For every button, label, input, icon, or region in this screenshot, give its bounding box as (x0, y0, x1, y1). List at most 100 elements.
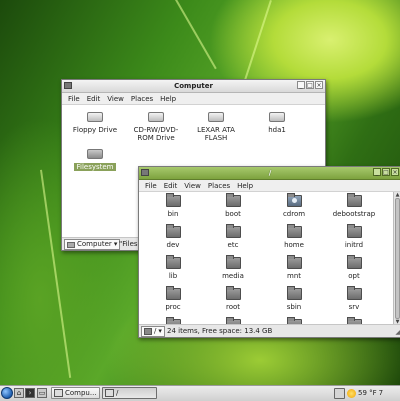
folder-sbin[interactable]: sbin (269, 286, 319, 311)
maximize-button[interactable]: □ (306, 81, 314, 89)
folder-boot[interactable]: boot (208, 193, 258, 218)
location-select-value: Computer (77, 240, 112, 248)
folder-label: boot (225, 210, 241, 218)
drive-filesystem[interactable]: Filesystem (65, 149, 125, 171)
root-statusbar: / ▾ 24 items, Free space: 13.4 GB ◢ (139, 324, 400, 337)
status-text: 24 items, Free space: 13.4 GB (167, 327, 273, 335)
folder-bin[interactable]: bin (148, 193, 198, 218)
minimize-button[interactable]: _ (297, 81, 305, 89)
folder-root[interactable]: root (208, 286, 258, 311)
menu-places[interactable]: Places (205, 180, 234, 191)
network-icon[interactable] (334, 387, 345, 399)
location-select[interactable]: Computer ▾ (64, 239, 121, 250)
hard-drive-icon (269, 112, 285, 122)
menu-places[interactable]: Places (128, 93, 157, 104)
folder-debootstrap[interactable]: debootstrap (329, 193, 379, 218)
folder-label: initrd (344, 241, 364, 249)
folder-icon (346, 255, 362, 269)
root-folder-window[interactable]: / _ □ × File Edit View Places Help bin b… (138, 166, 400, 338)
menu-view[interactable]: View (104, 93, 128, 104)
leaf-vein (175, 0, 217, 70)
task-button-root[interactable]: / (102, 387, 157, 399)
folder-label: lib (168, 272, 178, 280)
folder-icon (144, 328, 152, 335)
drive-flash[interactable]: LEXAR ATA FLASH (186, 112, 246, 142)
maximize-button[interactable]: □ (382, 168, 390, 176)
launcher-show-desktop[interactable]: ▭ (37, 387, 47, 399)
cdrom-folder-icon (286, 193, 302, 207)
scrollbar-thumb[interactable] (395, 198, 400, 319)
weather-sun-icon[interactable] (347, 388, 356, 398)
folder-label: debootstrap (332, 210, 376, 218)
folder-label: proc (165, 303, 181, 311)
drive-label: Filesystem (74, 163, 116, 171)
computer-window-title: Computer (174, 82, 213, 90)
folder-srv[interactable]: srv (329, 286, 379, 311)
window-icon (105, 389, 114, 397)
drive-floppy[interactable]: Floppy Drive (65, 112, 125, 134)
folder-home[interactable]: home (269, 224, 319, 249)
folder-label: root (225, 303, 241, 311)
folder-label: srv (348, 303, 360, 311)
folder-label: cdrom (282, 210, 306, 218)
resize-grip-icon[interactable]: ◢ (395, 329, 400, 336)
root-icon-view[interactable]: bin boot cdrom debootstrap dev etc home … (139, 192, 400, 325)
path-button[interactable]: / ▾ (141, 326, 165, 337)
window-icon (54, 389, 63, 397)
folder-cdrom[interactable]: cdrom (269, 193, 319, 218)
folder-icon (225, 286, 241, 300)
main-menu-button[interactable] (1, 387, 13, 399)
menu-file[interactable]: File (65, 93, 84, 104)
folder-initrd[interactable]: initrd (329, 224, 379, 249)
close-button[interactable]: × (391, 168, 399, 176)
task-button-computer[interactable]: Compu... (51, 387, 100, 399)
minimize-button[interactable]: _ (373, 168, 381, 176)
folder-mnt[interactable]: mnt (269, 255, 319, 280)
folder-label: mnt (287, 272, 301, 280)
weather-temp[interactable]: 59 °F (358, 389, 377, 397)
menu-view[interactable]: View (181, 180, 205, 191)
folder-media[interactable]: media (208, 255, 258, 280)
task-label: Compu... (65, 389, 97, 397)
clock[interactable]: 7 (379, 389, 383, 397)
folder-label: media (222, 272, 244, 280)
folder-icon (165, 286, 181, 300)
folder-icon (346, 224, 362, 238)
chevron-down-icon: ▾ (113, 240, 118, 248)
launcher-terminal[interactable]: › (25, 387, 35, 399)
computer-titlebar[interactable]: Computer _ □ × (62, 80, 325, 93)
folder-label: opt (348, 272, 360, 280)
vertical-scrollbar[interactable]: ▲ ▼ (393, 192, 400, 325)
menu-file[interactable]: File (142, 180, 161, 191)
folder-icon (165, 224, 181, 238)
menu-edit[interactable]: Edit (84, 93, 105, 104)
folder-lib[interactable]: lib (148, 255, 198, 280)
folder-icon (225, 255, 241, 269)
drive-label: hda1 (268, 126, 286, 134)
filesystem-icon (87, 149, 103, 159)
taskbar: ⌂ › ▭ Compu... / 59 °F 7 (0, 385, 400, 401)
folder-proc[interactable]: proc (148, 286, 198, 311)
folder-opt[interactable]: opt (329, 255, 379, 280)
folder-icon (346, 286, 362, 300)
folder-label: sbin (286, 303, 302, 311)
folder-icon (286, 286, 302, 300)
drive-label: CD-RW/DVD-ROM Drive (133, 126, 179, 142)
drive-optical[interactable]: CD-RW/DVD-ROM Drive (126, 112, 186, 142)
folder-icon (286, 255, 302, 269)
folder-etc[interactable]: etc (208, 224, 258, 249)
launcher-file-manager[interactable]: ⌂ (14, 387, 24, 399)
folder-icon (286, 224, 302, 238)
drive-hda1[interactable]: hda1 (247, 112, 307, 134)
close-button[interactable]: × (315, 81, 323, 89)
menu-help[interactable]: Help (234, 180, 257, 191)
chevron-down-icon: ▾ (158, 327, 162, 335)
folder-icon (225, 224, 241, 238)
folder-dev[interactable]: dev (148, 224, 198, 249)
drive-label: Floppy Drive (72, 126, 118, 134)
menu-edit[interactable]: Edit (161, 180, 182, 191)
terminal-icon: › (25, 388, 35, 398)
menu-help[interactable]: Help (157, 93, 180, 104)
root-window-title: / (268, 169, 272, 177)
root-titlebar[interactable]: / _ □ × (139, 167, 400, 180)
